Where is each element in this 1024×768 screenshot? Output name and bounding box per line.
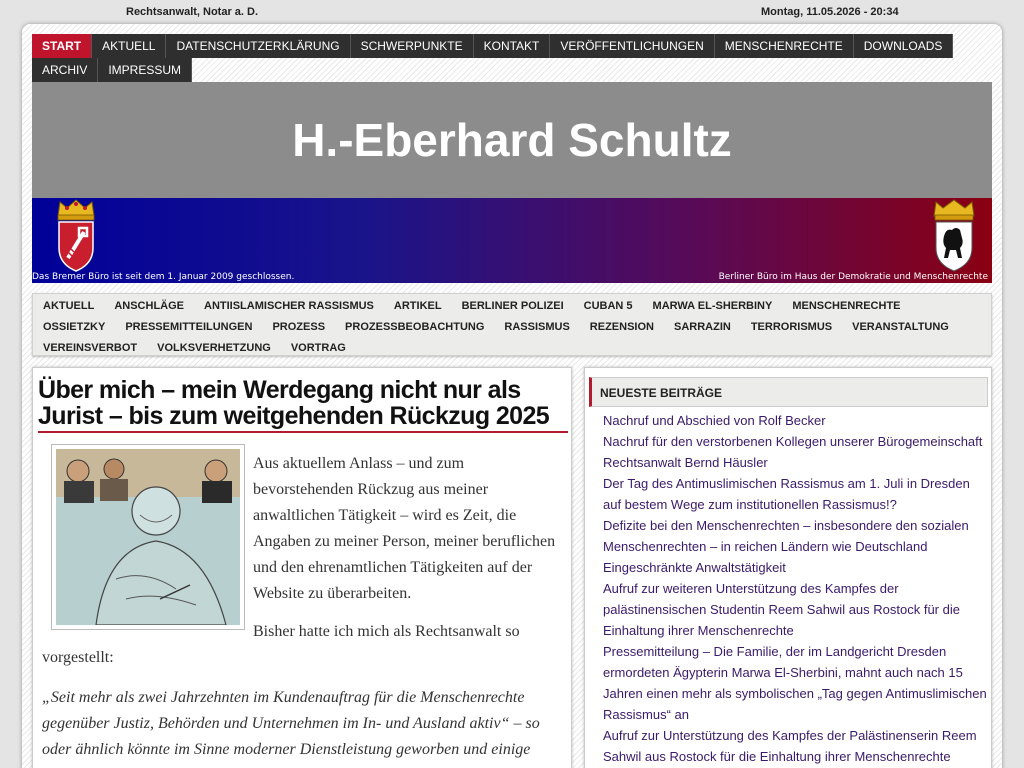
category-volksverhetzung[interactable]: VOLKSVERHETZUNG [147,338,281,359]
category-veranstaltung[interactable]: VERANSTALTUNG [842,317,959,338]
recent-post-link[interactable]: Eingeschränkte Anwaltstätigkeit [603,557,989,578]
category-artikel[interactable]: ARTIKEL [384,296,452,317]
article-paragraph-1: Aus aktuellem Anlass – und zum bevorsteh… [253,455,556,602]
recent-posts-list: Nachruf und Abschied von Rolf Becker Nac… [603,410,989,767]
nav-item-menschenrechte[interactable]: MENSCHENRECHTE [714,34,854,58]
bremen-crest-icon [57,199,95,272]
recent-post-link[interactable]: Defizite bei den Menschenrechten – insbe… [603,515,989,557]
nav-item-aktuell[interactable]: AKTUELL [92,34,167,58]
nav-item-downloads[interactable]: DOWNLOADS [853,34,954,58]
site-header: H.-Eberhard Schultz [32,82,992,198]
tagline: Rechtsanwalt, Notar a. D. [126,6,259,18]
article-title[interactable]: Über mich – mein Werdegang nicht nur als… [38,377,568,433]
category-rezension[interactable]: REZENSION [580,317,664,338]
nav-item-datenschutz[interactable]: DATENSCHUTZERKLÄRUNG [166,34,351,58]
category-pressemitteilungen[interactable]: PRESSEMITTEILUNGEN [115,317,262,338]
courtroom-sketch-image [56,449,240,625]
category-navigation: AKTUELL ANSCHLÄGE ANTIISLAMISCHER RASSIS… [32,293,992,356]
recent-post-link[interactable]: Aufruf zur weiteren Unterstützung des Ka… [603,578,989,641]
category-menschenrechte[interactable]: MENSCHENRECHTE [782,296,910,317]
berlin-crest-icon [933,199,975,272]
category-cuban-5[interactable]: CUBAN 5 [574,296,643,317]
recent-posts-title: NEUESTE BEITRÄGE [589,377,988,407]
bremen-office-caption: Das Bremer Büro ist seit dem 1. Januar 2… [32,272,295,282]
nav-item-impressum[interactable]: IMPRESSUM [98,58,193,82]
article-panel: Über mich – mein Werdegang nicht nur als… [32,367,572,768]
nav-item-schwerpunkte[interactable]: SCHWERPUNKTE [350,34,474,58]
nav-item-archiv[interactable]: ARCHIV [32,58,99,82]
category-berliner-polizei[interactable]: BERLINER POLIZEI [452,296,574,317]
recent-post-link[interactable]: Nachruf und Abschied von Rolf Becker [603,410,989,431]
category-anschlaege[interactable]: ANSCHLÄGE [104,296,194,317]
main-navigation: START AKTUELL DATENSCHUTZERKLÄRUNG SCHWE… [32,34,992,82]
recent-post-link[interactable]: Aufruf zur Unterstützung des Kampfes der… [603,725,989,767]
category-antiislamischer-rassismus[interactable]: ANTIISLAMISCHER RASSISMUS [194,296,384,317]
category-prozess[interactable]: PROZESS [262,317,335,338]
article-paragraph-2: Bisher hatte ich mich als Rechtsanwalt s… [42,623,520,666]
recent-post-link[interactable]: Pressemitteilung – Die Familie, der im L… [603,641,989,725]
top-bar: Rechtsanwalt, Notar a. D. Montag, 11.05.… [0,0,1024,24]
nav-item-kontakt[interactable]: KONTAKT [473,34,551,58]
page-container: START AKTUELL DATENSCHUTZERKLÄRUNG SCHWE… [22,24,1002,768]
sidebar: NEUESTE BEITRÄGE Nachruf und Abschied vo… [584,367,992,768]
berlin-office-caption: Berliner Büro im Haus der Demokratie und… [718,272,988,282]
date-time: Montag, 11.05.2026 - 20:34 [761,6,899,18]
category-rassismus[interactable]: RASSISMUS [494,317,579,338]
site-title[interactable]: H.-Eberhard Schultz [292,113,732,167]
article-photo [51,444,245,630]
category-aktuell[interactable]: AKTUELL [33,296,104,317]
recent-post-link[interactable]: Nachruf für den verstorbenen Kollegen un… [603,431,989,473]
category-vereinsverbot[interactable]: VEREINSVERBOT [33,338,147,359]
article-quote: „Seit mehr als zwei Jahrzehnten im Kunde… [42,689,540,758]
category-vortrag[interactable]: VORTRAG [281,338,356,359]
nav-item-start[interactable]: START [32,34,93,58]
recent-post-link[interactable]: Der Tag des Antimuslimischen Rassismus a… [603,473,989,515]
office-banner: Das Bremer Büro ist seit dem 1. Januar 2… [32,198,992,283]
category-terrorismus[interactable]: TERRORISMUS [741,317,842,338]
category-ossietzky[interactable]: OSSIETZKY [33,317,115,338]
nav-item-veroeffentlichungen[interactable]: VERÖFFENTLICHUNGEN [550,34,715,58]
category-sarrazin[interactable]: SARRAZIN [664,317,741,338]
category-prozessbeobachtung[interactable]: PROZESSBEOBACHTUNG [335,317,494,338]
category-marwa-el-sherbiny[interactable]: MARWA EL-SHERBINY [643,296,783,317]
